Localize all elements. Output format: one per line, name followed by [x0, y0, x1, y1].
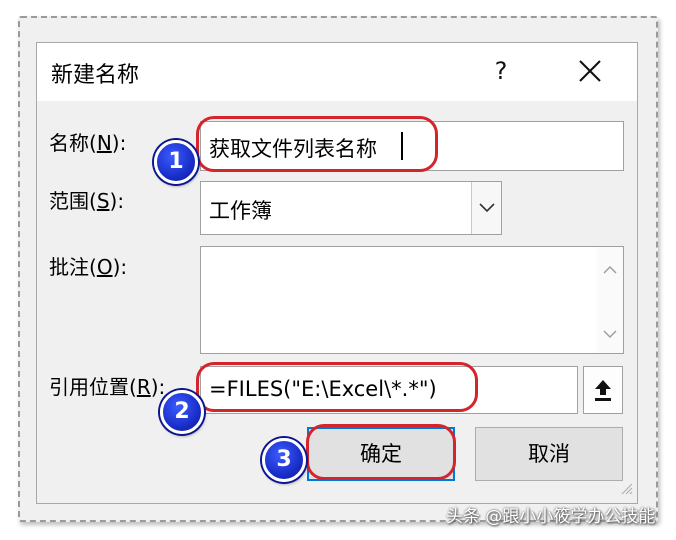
upload-arrow-icon	[595, 380, 611, 401]
close-button[interactable]	[567, 51, 613, 91]
comment-label-suffix: ):	[112, 255, 128, 279]
name-label-suffix: ):	[111, 131, 127, 155]
cancel-button[interactable]: 取消	[475, 427, 623, 481]
scope-label: 范围(S):	[49, 185, 124, 214]
name-input[interactable]: 获取文件列表名称	[200, 121, 624, 171]
refers-to-label-accel: R	[136, 375, 151, 399]
text-cursor	[401, 132, 403, 160]
name-input-value: 获取文件列表名称	[209, 137, 377, 161]
comment-textarea[interactable]	[200, 246, 624, 354]
refers-to-label-suffix: ):	[150, 375, 166, 399]
watermark-text: 头条 @跟小小筱学办公技能	[446, 507, 656, 527]
scroll-down-icon	[603, 330, 617, 338]
refers-to-label: 引用位置(R):	[49, 371, 165, 400]
close-icon	[579, 60, 601, 82]
dialog-title: 新建名称	[51, 63, 140, 88]
scope-select-value: 工作簿	[209, 199, 272, 223]
name-label: 名称(N):	[49, 127, 126, 156]
scroll-arrows	[603, 266, 617, 338]
ok-button[interactable]: 确定	[307, 427, 455, 481]
comment-label-accel: O	[96, 255, 113, 279]
name-label-prefix: 名称(	[49, 131, 97, 155]
scope-dropdown-button[interactable]	[471, 182, 501, 234]
comment-label-prefix: 批注(	[49, 255, 97, 279]
scope-label-accel: S	[96, 189, 110, 213]
step-badge-1: 1	[154, 140, 198, 184]
scope-label-suffix: ):	[109, 189, 125, 213]
chevron-down-icon	[479, 203, 495, 213]
scope-select[interactable]: 工作簿	[200, 181, 502, 235]
resize-grip-icon[interactable]	[619, 480, 633, 499]
scope-label-prefix: 范围(	[49, 189, 97, 213]
comment-scrollbar[interactable]	[597, 247, 623, 353]
collapse-dialog-button[interactable]	[583, 366, 623, 414]
refers-to-input-value: =FILES("E:\Excel\*.*")	[209, 377, 437, 401]
step-badge-3: 3	[262, 438, 306, 482]
grip-dots	[621, 483, 633, 495]
scroll-up-icon	[603, 266, 617, 274]
help-button[interactable]: ?	[481, 51, 521, 91]
step-badge-2: 2	[160, 390, 204, 434]
title-bar: 新建名称 ?	[37, 43, 637, 101]
refers-to-input[interactable]: =FILES("E:\Excel\*.*")	[200, 366, 578, 414]
comment-label: 批注(O):	[49, 251, 127, 280]
name-label-accel: N	[96, 131, 112, 155]
refers-to-label-prefix: 引用位置(	[49, 375, 137, 399]
new-name-dialog: 新建名称 ? 名称(N): 获取文件列表名称 范围(S): 工作簿 批注(O):…	[36, 42, 638, 504]
screenshot-page: 新建名称 ? 名称(N): 获取文件列表名称 范围(S): 工作簿 批注(O):…	[0, 0, 676, 540]
